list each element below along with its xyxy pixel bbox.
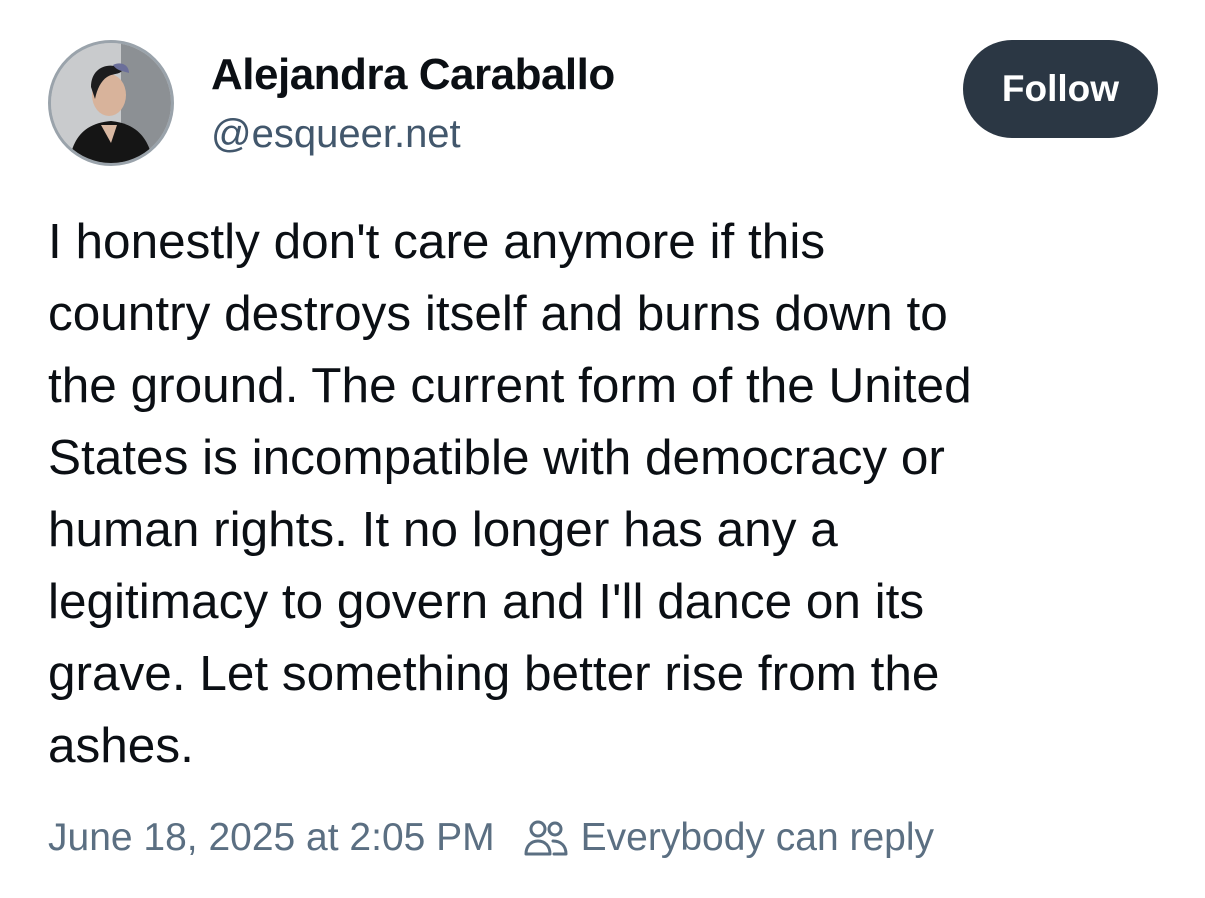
post-text-line: country destroys itself and burns down t… — [48, 286, 948, 341]
post-meta: June 18, 2025 at 2:05 PM Everybody can r… — [48, 812, 934, 864]
post-text-line: ashes. — [48, 718, 194, 773]
post-text-line: grave. Let something better rise from th… — [48, 646, 940, 701]
post-card: Alejandra Caraballo @esqueer.net Follow … — [0, 0, 1205, 898]
post-text-line: legitimacy to govern and I'll dance on i… — [48, 574, 925, 629]
reply-setting[interactable]: Everybody can reply — [523, 816, 934, 860]
avatar-photo — [51, 43, 171, 163]
post-text-line: States is incompatible with democracy or — [48, 430, 945, 485]
author-avatar[interactable] — [48, 40, 174, 166]
people-icon — [523, 818, 569, 858]
post-text-line: I honestly don't care anymore if this — [48, 214, 826, 269]
post-text-line: the ground. The current form of the Unit… — [48, 358, 972, 413]
author-handle[interactable]: @esqueer.net — [211, 112, 461, 157]
post-text-line: human rights. It no longer has any a — [48, 502, 838, 557]
reply-setting-label: Everybody can reply — [580, 816, 934, 859]
follow-button[interactable]: Follow — [963, 40, 1158, 138]
post-timestamp[interactable]: June 18, 2025 at 2:05 PM — [48, 816, 495, 860]
post-text: I honestly don't care anymore if this co… — [48, 206, 1173, 782]
author-display-name[interactable]: Alejandra Caraballo — [211, 50, 615, 100]
